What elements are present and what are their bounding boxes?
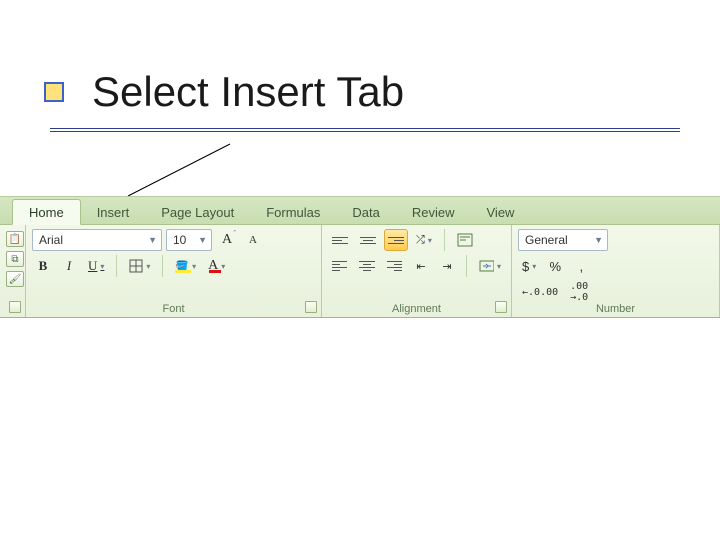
separator: [162, 255, 163, 277]
tab-page-layout[interactable]: Page Layout: [145, 200, 250, 224]
font-color-button[interactable]: A: [204, 255, 229, 277]
align-center-button[interactable]: [355, 255, 378, 277]
ribbon-groups: 📋 ⧉ 🖌 Arial ▼ 10 ▼ A A B I: [0, 225, 720, 317]
number-format-combo[interactable]: General ▼: [518, 229, 608, 251]
align-top-center-button[interactable]: [356, 229, 380, 251]
align-top-left-button[interactable]: [328, 229, 352, 251]
font-size-combo[interactable]: 10 ▼: [166, 229, 212, 251]
slide-title: Select Insert Tab: [92, 68, 404, 116]
font-size-value: 10: [173, 233, 186, 247]
currency-button[interactable]: $: [518, 255, 540, 277]
tab-strip: Home Insert Page Layout Formulas Data Re…: [0, 197, 720, 225]
increase-font-button[interactable]: A: [216, 229, 238, 251]
wrap-text-icon: [457, 233, 473, 247]
separator: [466, 255, 467, 277]
merge-icon: [479, 260, 494, 272]
font-name-combo[interactable]: Arial ▼: [32, 229, 162, 251]
decrease-decimal-button[interactable]: .00→.0: [566, 281, 592, 303]
increase-decimal-button[interactable]: ←.0.00: [518, 281, 562, 303]
ribbon: Home Insert Page Layout Formulas Data Re…: [0, 196, 720, 318]
bold-button[interactable]: B: [32, 255, 54, 277]
group-clipboard: 📋 ⧉ 🖌: [0, 225, 26, 317]
copy-icon[interactable]: ⧉: [6, 251, 24, 267]
slide-rule: [50, 128, 680, 129]
tab-view[interactable]: View: [471, 200, 531, 224]
group-label-font[interactable]: Font: [26, 303, 321, 315]
chevron-down-icon: ▼: [594, 235, 603, 245]
slide-rule: [50, 131, 680, 132]
decrease-font-button[interactable]: A: [242, 229, 264, 251]
tab-insert[interactable]: Insert: [81, 200, 146, 224]
align-right-button[interactable]: [383, 255, 406, 277]
group-number: General ▼ $ % , ←.0.00 .00→.0 Number: [512, 225, 720, 317]
group-alignment: ⤮ ⇤ ⇥ Alignment: [322, 225, 512, 317]
tab-review[interactable]: Review: [396, 200, 471, 224]
fill-color-button[interactable]: 🪣: [171, 255, 200, 277]
group-font: Arial ▼ 10 ▼ A A B I U: [26, 225, 322, 317]
percent-button[interactable]: %: [544, 255, 566, 277]
borders-button[interactable]: [125, 255, 154, 277]
italic-button[interactable]: I: [58, 255, 80, 277]
align-left-button[interactable]: [328, 255, 351, 277]
group-label-alignment[interactable]: Alignment: [322, 303, 511, 315]
format-painter-icon[interactable]: 🖌: [6, 271, 24, 287]
number-format-value: General: [525, 233, 568, 247]
merge-center-button[interactable]: [475, 255, 505, 277]
increase-indent-button[interactable]: ⇥: [436, 255, 458, 277]
align-top-right-button[interactable]: [384, 229, 408, 251]
wrap-text-button[interactable]: [453, 229, 477, 251]
font-name-value: Arial: [39, 233, 63, 247]
underline-button[interactable]: U: [84, 255, 108, 277]
chevron-down-icon: ▼: [148, 235, 157, 245]
separator: [444, 229, 445, 251]
tab-formulas[interactable]: Formulas: [250, 200, 336, 224]
group-label-number: Number: [512, 303, 719, 315]
paste-icon[interactable]: 📋: [6, 231, 24, 247]
slide-bullet-icon: [44, 82, 64, 102]
pointer-arrow: [120, 140, 240, 200]
decrease-indent-button[interactable]: ⇤: [410, 255, 432, 277]
tab-data[interactable]: Data: [336, 200, 395, 224]
orientation-button[interactable]: ⤮: [412, 229, 436, 251]
chevron-down-icon: ▼: [198, 235, 207, 245]
tab-home[interactable]: Home: [12, 199, 81, 225]
separator: [116, 255, 117, 277]
comma-style-button[interactable]: ,: [570, 255, 592, 277]
